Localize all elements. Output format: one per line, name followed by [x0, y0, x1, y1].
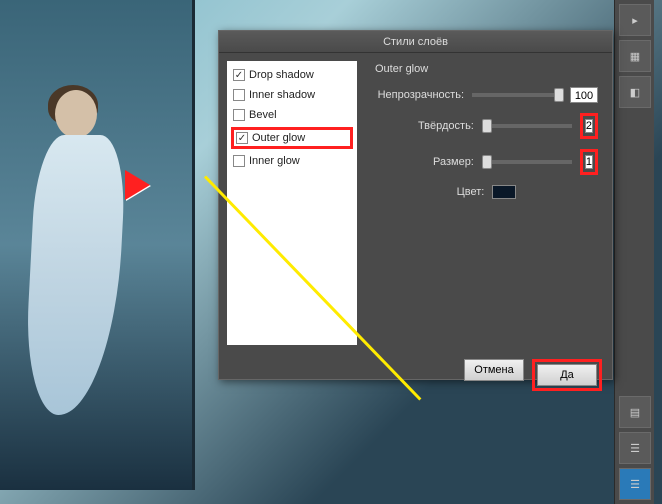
style-label: Drop shadow	[249, 69, 314, 81]
dialog-title: Стили слоёв	[219, 31, 612, 53]
ok-button[interactable]: Да	[537, 364, 597, 386]
checkbox-icon[interactable]	[233, 89, 245, 101]
style-inner-glow[interactable]: Inner glow	[231, 153, 353, 169]
style-outer-glow[interactable]: ✓ Outer glow	[231, 127, 353, 149]
style-inner-shadow[interactable]: Inner shadow	[231, 87, 353, 103]
panel-tab-layers[interactable]: ☰	[619, 468, 651, 500]
cancel-button[interactable]: Отмена	[464, 359, 524, 381]
canvas-preview	[0, 0, 195, 490]
size-value[interactable]: 1	[585, 155, 593, 169]
hardness-value[interactable]: 2	[585, 119, 593, 133]
opacity-label: Непрозрачность:	[375, 89, 464, 101]
panel-tab[interactable]: ▸	[619, 4, 651, 36]
panel-tab[interactable]: ◧	[619, 76, 651, 108]
checkbox-icon[interactable]: ✓	[236, 132, 248, 144]
annotation-arrow	[125, 170, 165, 200]
hardness-label: Твёрдость:	[375, 120, 474, 132]
checkbox-icon[interactable]	[233, 155, 245, 167]
opacity-slider[interactable]	[472, 93, 562, 97]
style-label: Inner glow	[249, 155, 300, 167]
panel-tab[interactable]: ▤	[619, 396, 651, 428]
style-label: Bevel	[249, 109, 277, 121]
style-settings: Outer glow Непрозрачность: 100 Твёрдость…	[361, 53, 612, 353]
settings-title: Outer glow	[375, 63, 598, 75]
style-label: Inner shadow	[249, 89, 315, 101]
layer-styles-dialog: Стили слоёв ✓ Drop shadow Inner shadow B…	[218, 30, 613, 380]
style-drop-shadow[interactable]: ✓ Drop shadow	[231, 67, 353, 83]
checkbox-icon[interactable]	[233, 109, 245, 121]
color-label: Цвет:	[457, 186, 485, 198]
color-swatch[interactable]	[492, 185, 516, 199]
panels-dock: ▸ ▦ ◧ ▤ ☰ ☰	[614, 0, 654, 504]
style-label: Outer glow	[252, 132, 305, 144]
style-list: ✓ Drop shadow Inner shadow Bevel ✓ Outer…	[227, 61, 357, 345]
hardness-slider[interactable]	[482, 124, 572, 128]
panel-tab[interactable]: ▦	[619, 40, 651, 72]
opacity-value[interactable]: 100	[570, 87, 598, 103]
panel-tab[interactable]: ☰	[619, 432, 651, 464]
style-bevel[interactable]: Bevel	[231, 107, 353, 123]
size-label: Размер:	[375, 156, 474, 168]
checkbox-icon[interactable]: ✓	[233, 69, 245, 81]
size-slider[interactable]	[482, 160, 572, 164]
